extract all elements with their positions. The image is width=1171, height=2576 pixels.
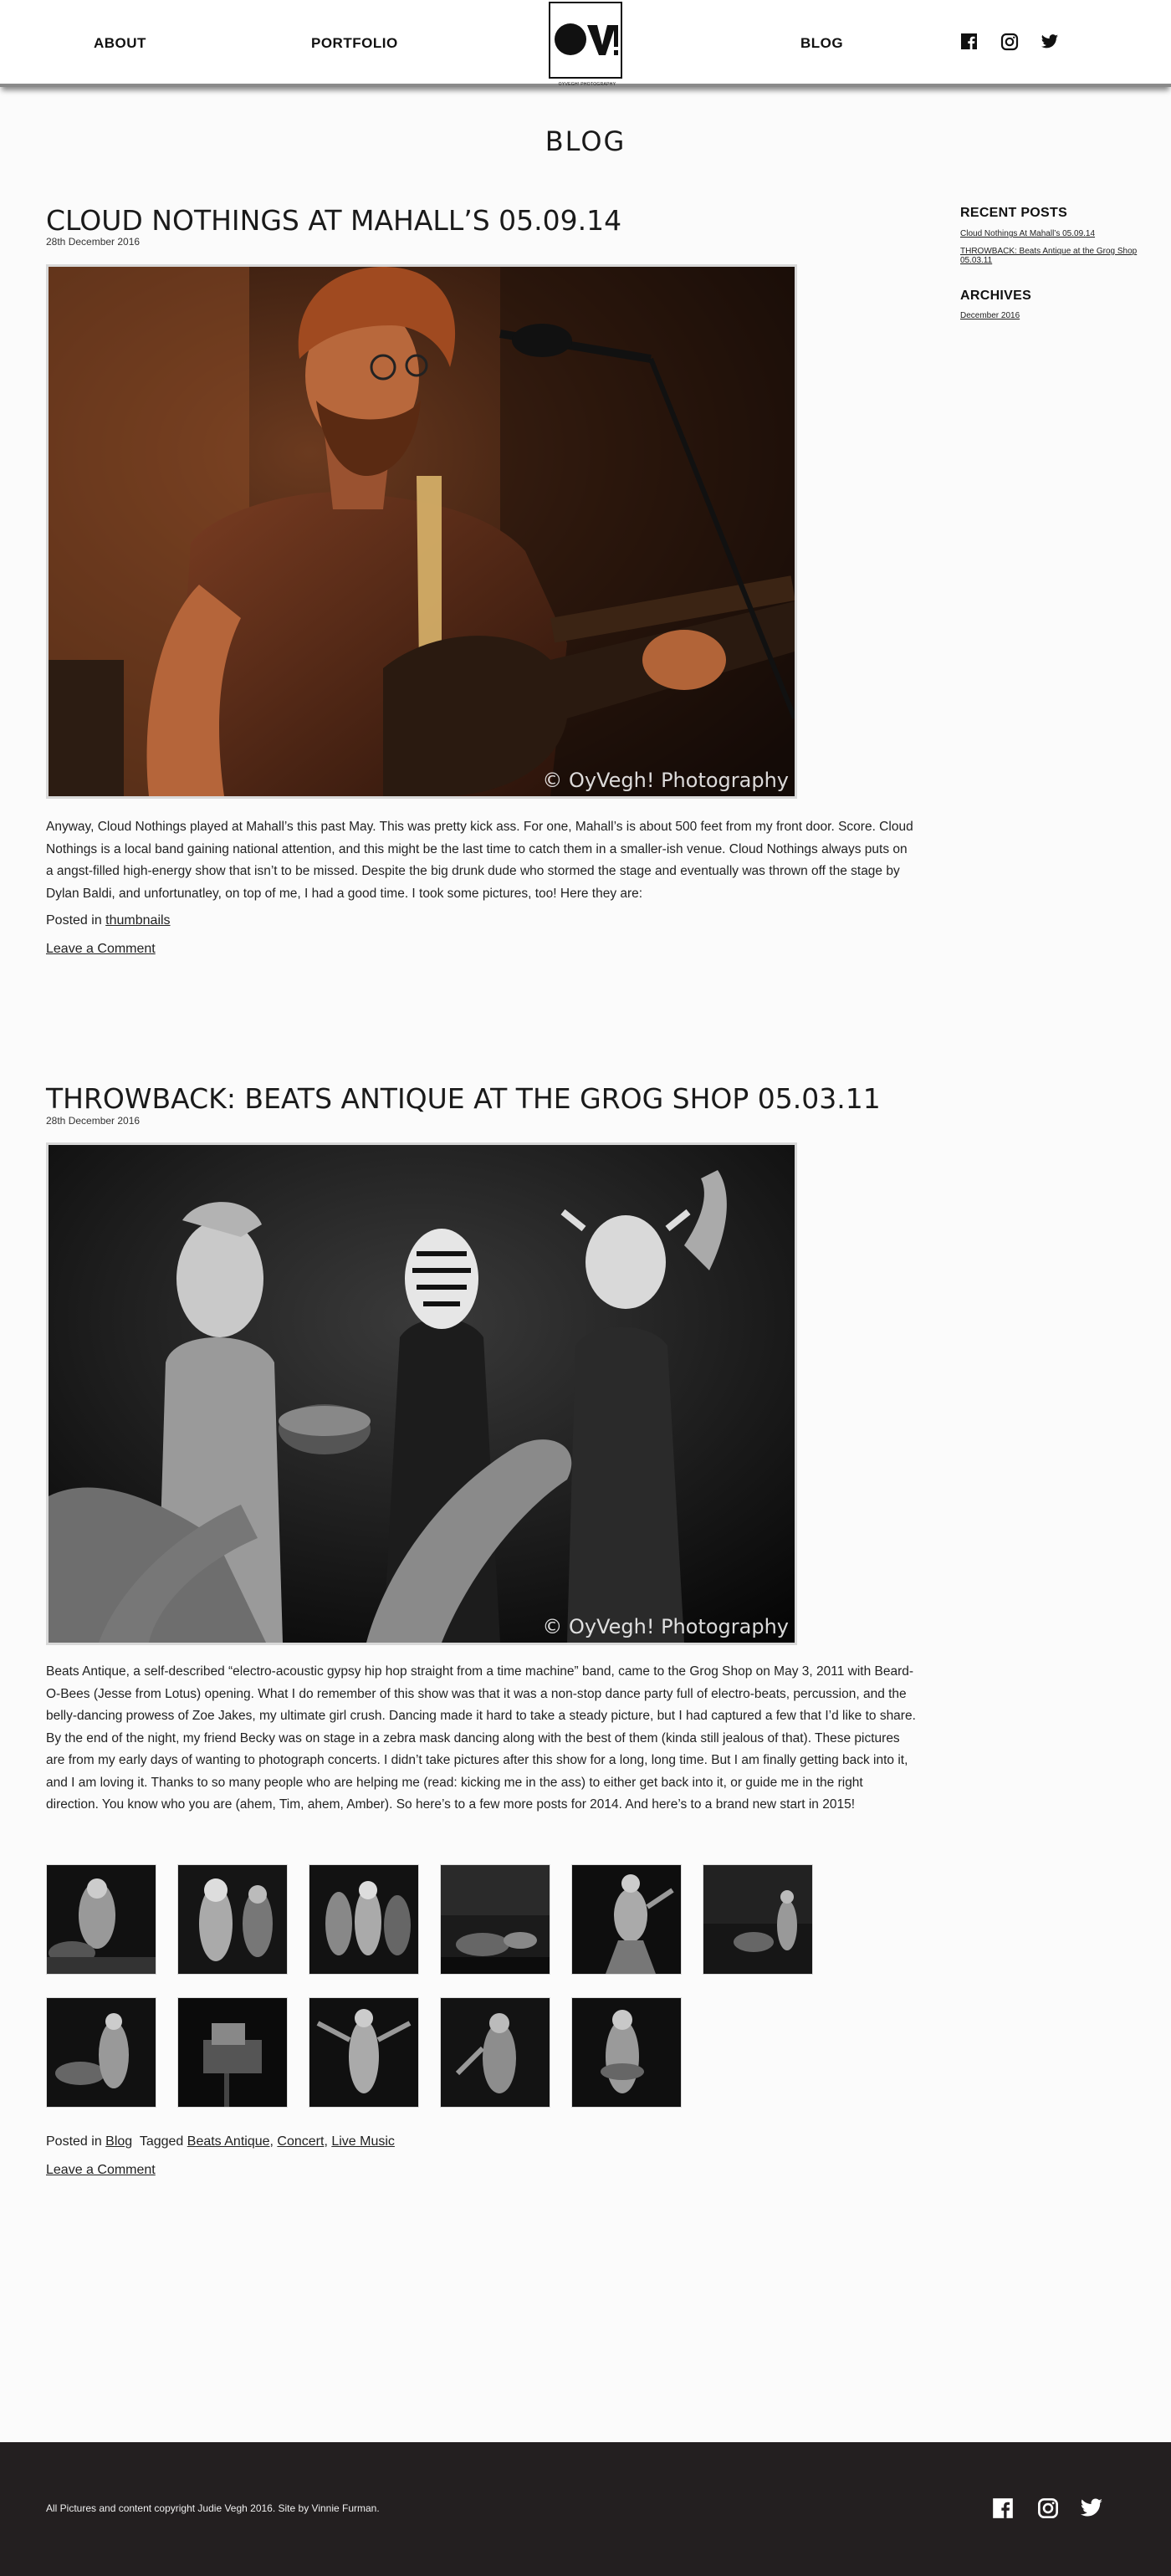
page-title: BLOG xyxy=(545,125,626,157)
post-body: Beats Antique, a self-described “electro… xyxy=(46,1664,916,1812)
tag-link[interactable]: Beats Antique xyxy=(187,2134,270,2149)
leave-comment-link[interactable]: Leave a Comment xyxy=(46,2163,156,2178)
leave-comment-link[interactable]: Leave a Comment xyxy=(46,942,156,957)
post-title[interactable]: THROWBACK: BEATS ANTIQUE AT THE GROG SHO… xyxy=(46,1082,881,1115)
post-categories: Posted in Blog Tagged Beats Antique, Con… xyxy=(46,2134,395,2149)
gallery-thumbnail[interactable] xyxy=(309,1864,419,1975)
facebook-icon[interactable] xyxy=(960,33,979,51)
site-header: ABOUT PORTFOLIO OYVEGH! PHOTOGRAPHY BLOG xyxy=(0,0,1171,87)
gallery-thumbnail[interactable] xyxy=(46,1864,156,1975)
footer-copyright: All Pictures and content copyright Judie… xyxy=(46,2502,380,2514)
logo-subtext: OYVEGH! PHOTOGRAPHY xyxy=(558,82,616,87)
instagram-icon[interactable] xyxy=(1000,33,1019,51)
gallery-thumbnail[interactable] xyxy=(440,1997,550,2108)
twitter-icon[interactable] xyxy=(1079,2497,1104,2519)
post-featured-image[interactable]: © OyVegh! Photography xyxy=(46,264,797,799)
post-body: Anyway, Cloud Nothings played at Mahall’… xyxy=(46,820,913,901)
concert-photo-guitarist: © OyVegh! Photography xyxy=(49,267,795,796)
archive-link[interactable]: December 2016 xyxy=(960,311,1157,320)
post-categories: Posted in thumbnails xyxy=(46,913,171,928)
tagged-label: Tagged xyxy=(139,2134,184,2149)
nav-blog-link[interactable]: BLOG xyxy=(800,35,843,52)
gallery-thumbnail[interactable] xyxy=(177,1997,288,2108)
nav-portfolio-link[interactable]: PORTFOLIO xyxy=(311,35,398,52)
post-featured-image[interactable]: © OyVegh! Photography xyxy=(46,1142,797,1645)
posted-in-label: Posted in xyxy=(46,913,102,928)
post-title[interactable]: CLOUD NOTHINGS AT MAHALL’S 05.09.14 xyxy=(46,204,621,237)
photo-watermark: © OyVegh! Photography xyxy=(542,769,789,792)
gallery-thumbnail[interactable] xyxy=(703,1864,813,1975)
recent-post-link[interactable]: THROWBACK: Beats Antique at the Grog Sho… xyxy=(960,247,1157,265)
photo-watermark: © OyVegh! Photography xyxy=(542,1615,789,1638)
category-link[interactable]: thumbnails xyxy=(105,913,170,928)
instagram-icon[interactable] xyxy=(1037,2497,1059,2519)
gallery-thumbnail[interactable] xyxy=(309,1997,419,2108)
post-date: 28th December 2016 xyxy=(46,236,141,248)
recent-posts-heading: RECENT POSTS xyxy=(960,206,1068,220)
concert-photo-masked-dancers: © OyVegh! Photography xyxy=(49,1145,795,1643)
logo-mark xyxy=(555,23,618,55)
recent-post-link[interactable]: Cloud Nothings At Mahall’s 05.09.14 xyxy=(960,229,1157,238)
archives-heading: ARCHIVES xyxy=(960,289,1032,303)
tag-link[interactable]: Live Music xyxy=(331,2134,395,2149)
posted-in-label: Posted in xyxy=(46,2134,102,2149)
gallery-thumbnail[interactable] xyxy=(571,1864,682,1975)
facebook-icon[interactable] xyxy=(992,2497,1014,2519)
site-footer: All Pictures and content copyright Judie… xyxy=(0,2442,1171,2576)
site-logo[interactable]: OYVEGH! PHOTOGRAPHY xyxy=(549,2,622,87)
gallery-thumbnail[interactable] xyxy=(571,1997,682,2108)
gallery-thumbnail[interactable] xyxy=(440,1864,550,1975)
gallery-thumbnail[interactable] xyxy=(177,1864,288,1975)
tag-link[interactable]: Concert xyxy=(277,2134,324,2149)
nav-about-link[interactable]: ABOUT xyxy=(94,35,146,52)
twitter-icon[interactable] xyxy=(1041,33,1059,51)
category-link[interactable]: Blog xyxy=(105,2134,132,2149)
post-date: 28th December 2016 xyxy=(46,1115,141,1127)
gallery-thumbnail[interactable] xyxy=(46,1997,156,2108)
